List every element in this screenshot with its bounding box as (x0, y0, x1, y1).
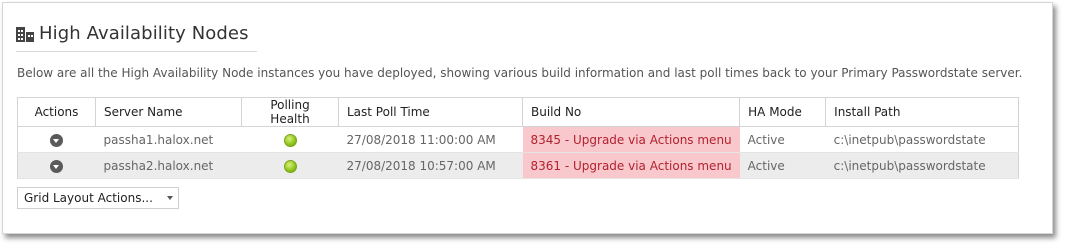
build-no-cell: 8345 - Upgrade via Actions menu (522, 126, 740, 153)
health-status-icon (283, 159, 297, 173)
build-no-cell: 8361 - Upgrade via Actions menu (522, 152, 740, 179)
last-poll-time-cell: 27/08/2018 11:00:00 AM (338, 126, 523, 153)
page-header: High Availability Nodes (16, 23, 249, 44)
actions-cell (17, 152, 96, 179)
table-row: passha1.halox.net 27/08/2018 11:00:00 AM… (17, 126, 1019, 153)
polling-health-cell (241, 152, 339, 179)
column-header-ha-mode[interactable]: HA Mode (739, 97, 827, 127)
column-header-install-path[interactable]: Install Path (825, 97, 1019, 127)
title-divider (16, 51, 257, 52)
column-header-build-no[interactable]: Build No (521, 97, 741, 127)
install-path-cell: c:\inetpub\passwordstate (825, 126, 1019, 153)
ha-nodes-grid: Actions Server Name Polling Health Last … (17, 97, 1019, 179)
ha-mode-cell: Active (739, 126, 826, 153)
grid-layout-actions-dropdown[interactable]: Grid Layout Actions... (17, 187, 179, 209)
page-title: High Availability Nodes (39, 23, 249, 44)
server-name-cell: passha1.halox.net (95, 126, 242, 153)
grid-header-row: Actions Server Name Polling Health Last … (17, 97, 1019, 127)
column-header-server-name[interactable]: Server Name (95, 97, 242, 127)
install-path-cell: c:\inetpub\passwordstate (825, 152, 1019, 179)
table-row: passha2.halox.net 27/08/2018 10:57:00 AM… (17, 152, 1019, 179)
actions-cell (17, 126, 96, 153)
building-icon (16, 25, 34, 43)
grid-layout-actions-label: Grid Layout Actions... (24, 191, 153, 205)
health-status-icon (283, 133, 297, 147)
ha-nodes-panel: High Availability Nodes Below are all th… (2, 2, 1053, 234)
chevron-down-icon (167, 196, 173, 200)
actions-menu-button[interactable] (50, 133, 64, 147)
polling-health-cell (241, 126, 339, 153)
actions-menu-button[interactable] (50, 159, 64, 173)
last-poll-time-cell: 27/08/2018 10:57:00 AM (338, 152, 523, 179)
column-header-actions[interactable]: Actions (17, 97, 96, 127)
ha-mode-cell: Active (739, 152, 826, 179)
column-header-polling-health[interactable]: Polling Health (241, 97, 339, 127)
column-header-last-poll-time[interactable]: Last Poll Time (338, 97, 523, 127)
page-description: Below are all the High Availability Node… (17, 66, 1023, 80)
server-name-cell: passha2.halox.net (95, 152, 242, 179)
